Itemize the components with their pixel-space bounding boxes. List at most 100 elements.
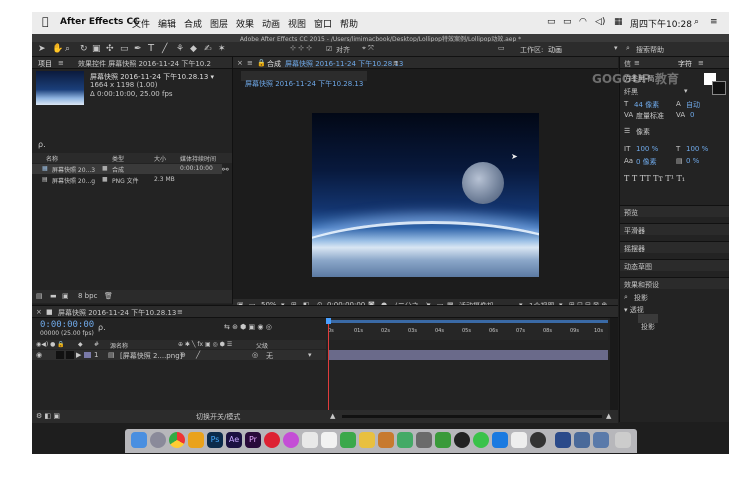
snap-icons[interactable]: ⌖ ⤧: [362, 44, 374, 53]
selection-tool-icon[interactable]: ➤: [38, 44, 46, 54]
notification-icon[interactable]: ≡: [710, 17, 718, 27]
launchpad-icon[interactable]: [150, 432, 166, 448]
app-icon[interactable]: [416, 432, 432, 448]
comp-tab-name[interactable]: 屏幕快照 2016-11-24 下午10.28.13: [285, 59, 403, 69]
footer-icons[interactable]: ⚙ ◧ ▣: [36, 412, 60, 420]
av-switch-icons[interactable]: ◉◀) ● 🔒: [36, 341, 65, 348]
flowchart-icon[interactable]: ⚯: [222, 165, 229, 174]
shy-switch-icon[interactable]: ⊕: [180, 351, 186, 359]
volume-icon[interactable]: ◁): [595, 17, 605, 27]
type-tool-icon[interactable]: T: [148, 43, 154, 54]
time-ruler[interactable]: 0s 01s 02s 03s 04s 05s 06s 07s 08s 09s 1…: [328, 318, 608, 340]
quality-switch-icon[interactable]: ╱: [196, 351, 200, 359]
stroke-color-swatch[interactable]: [712, 81, 726, 95]
app-icon[interactable]: [321, 432, 337, 448]
pen-tool-icon[interactable]: ✒: [134, 44, 142, 54]
apple-icon[interactable]: : [42, 15, 49, 28]
col-parent[interactable]: 父级: [256, 341, 268, 350]
panel-menu-icon[interactable]: ≡: [247, 59, 253, 67]
comp-subtab[interactable]: 屏幕快照 2016-11-24 下午10.28.13: [241, 71, 368, 88]
app-icon[interactable]: [530, 432, 546, 448]
vertical-scale-value[interactable]: 100 %: [636, 145, 658, 153]
workspace-dropdown-icon[interactable]: ▾: [614, 44, 618, 52]
panel-options-icon[interactable]: ≡: [393, 59, 399, 67]
menu-window[interactable]: 窗口: [314, 17, 332, 30]
project-search-input[interactable]: ρ.: [38, 140, 46, 149]
app-icon[interactable]: [302, 432, 318, 448]
playhead[interactable]: [328, 318, 329, 410]
label-color-icon[interactable]: ■: [102, 176, 108, 183]
app-icon[interactable]: [378, 432, 394, 448]
label-color-icon[interactable]: ■: [102, 165, 108, 172]
interpret-footage-icon[interactable]: ▤: [36, 292, 43, 300]
solo-switch[interactable]: [66, 351, 74, 359]
layer-duration-bar[interactable]: [328, 350, 608, 360]
app-icon[interactable]: [555, 432, 571, 448]
chrome-icon[interactable]: [169, 432, 185, 448]
leading-value[interactable]: 自动: [686, 100, 700, 110]
col-size[interactable]: 大小: [154, 154, 166, 163]
app-icon[interactable]: [397, 432, 413, 448]
visibility-eye-icon[interactable]: ◉: [36, 351, 42, 359]
current-time[interactable]: 0:00:00:00: [40, 320, 94, 330]
panel-menu-icon[interactable]: ≡: [698, 59, 704, 67]
menu-edit[interactable]: 编辑: [158, 17, 176, 30]
timeline-switch-icons[interactable]: ⇆ ⊛ ⬢ ▣ ◉ ◎: [224, 323, 272, 331]
pan-behind-tool-icon[interactable]: ✣: [106, 44, 114, 54]
input-source-icon[interactable]: ▦: [614, 17, 623, 27]
qq-icon[interactable]: [454, 432, 470, 448]
roto-tool-icon[interactable]: ✍: [204, 44, 212, 54]
audio-switch[interactable]: [56, 351, 64, 359]
timeline-tab-name[interactable]: 屏幕快照 2016-11-24 下午10.28.13: [58, 308, 176, 318]
timeline-scrollbar[interactable]: [610, 318, 618, 410]
menu-layer[interactable]: 图层: [210, 17, 228, 30]
layer-row[interactable]: ◉ ▶ 1 ▤ [屏幕快照 2....png] ⊕ ╱ ◎ 无 ▾: [32, 350, 326, 360]
wifi-icon[interactable]: ◠: [579, 17, 587, 27]
comp-viewer[interactable]: ➤: [312, 113, 539, 277]
delete-icon[interactable]: 🗑: [104, 292, 113, 300]
font-size-value[interactable]: 44 像素: [634, 100, 659, 110]
app-icon[interactable]: [511, 432, 527, 448]
col-type[interactable]: 类型: [112, 154, 124, 163]
camera-tool-icon[interactable]: ▣: [92, 44, 101, 54]
align-checkbox[interactable]: ☑: [326, 45, 332, 53]
panel-menu-icon[interactable]: ≡: [177, 308, 183, 316]
new-folder-icon[interactable]: ▬: [50, 292, 57, 300]
effects-presets-panel-header[interactable]: 效果和预设: [620, 277, 729, 289]
col-duration[interactable]: 媒体持续时间: [180, 154, 216, 163]
expand-arrow-icon[interactable]: ▶: [76, 351, 81, 359]
font-style-select[interactable]: 纤黑: [624, 87, 638, 97]
spotlight-icon[interactable]: ⌕: [694, 17, 699, 27]
app-icon[interactable]: [574, 432, 590, 448]
stroke-width-value[interactable]: 像素: [636, 127, 650, 137]
menu-effect[interactable]: 效果: [236, 17, 254, 30]
menu-composition[interactable]: 合成: [184, 17, 202, 30]
tab-info[interactable]: 信: [624, 59, 631, 69]
close-icon[interactable]: ×: [36, 308, 42, 316]
col-source-name[interactable]: 源名称: [110, 341, 128, 350]
tab-project[interactable]: 项目: [38, 59, 52, 69]
eraser-tool-icon[interactable]: ◆: [190, 44, 197, 54]
effects-search-input[interactable]: 投影: [634, 293, 648, 303]
tracking-value[interactable]: 0: [690, 111, 694, 119]
col-name[interactable]: 名称: [46, 154, 58, 163]
panel-menu-icon[interactable]: ≡: [634, 59, 640, 67]
app-icon[interactable]: [264, 432, 280, 448]
tsume-value[interactable]: 0 %: [686, 157, 699, 165]
clock[interactable]: 周四下午10:28: [630, 17, 692, 30]
playhead-handle[interactable]: [326, 318, 331, 324]
tab-composition[interactable]: 合成: [267, 59, 281, 69]
rotate-tool-icon[interactable]: ↻: [80, 44, 88, 54]
motion-sketch-panel-header[interactable]: 动态草图: [620, 259, 729, 271]
zoom-tool-icon[interactable]: ⌕: [65, 44, 70, 54]
premiere-icon[interactable]: Pr: [245, 432, 261, 448]
parent-dropdown-icon[interactable]: ▾: [308, 351, 312, 359]
close-icon[interactable]: ×: [237, 59, 243, 67]
app-name[interactable]: After Effects CC: [60, 17, 140, 27]
font-style-dropdown-icon[interactable]: ▾: [684, 87, 688, 95]
zoom-out-icon[interactable]: ▲: [330, 412, 335, 420]
wiggler-panel-header[interactable]: 摇摆器: [620, 241, 729, 253]
menu-view[interactable]: 视图: [288, 17, 306, 30]
finder-icon[interactable]: [131, 432, 147, 448]
app-icon[interactable]: [359, 432, 375, 448]
